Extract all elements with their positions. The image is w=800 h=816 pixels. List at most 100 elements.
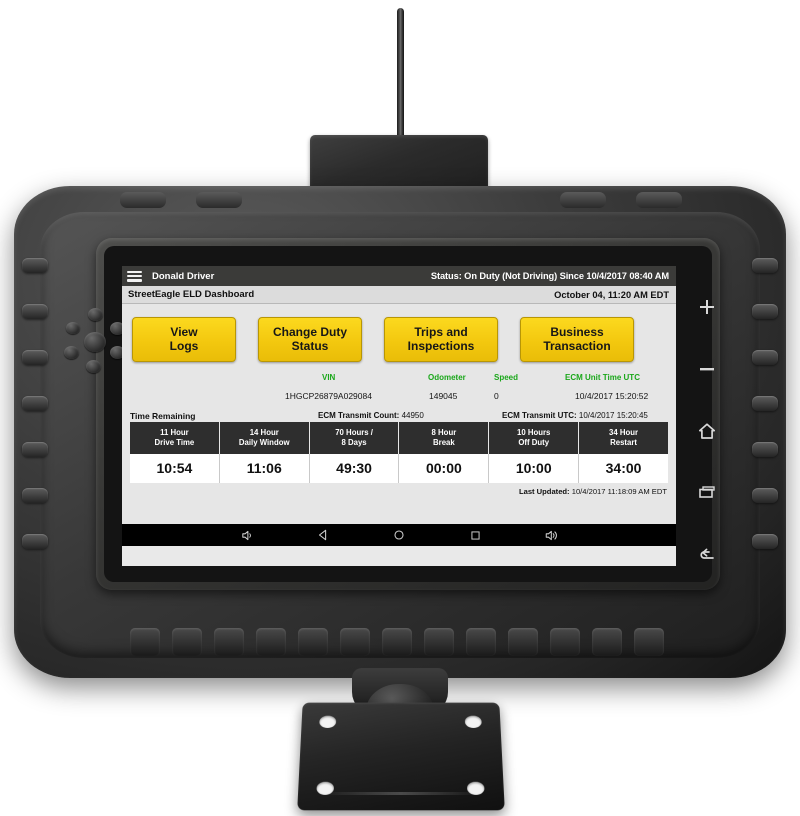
- case-scallop: [508, 628, 538, 656]
- case-scallop: [592, 628, 622, 656]
- table-column-header: 8 Hour Break: [399, 422, 490, 454]
- nav-volume-down-button[interactable]: [209, 528, 285, 543]
- volume-high-icon: [544, 528, 559, 543]
- plus-icon: [697, 297, 717, 317]
- button-label-line2: Inspections: [407, 339, 475, 353]
- case-rib: [22, 488, 48, 503]
- view-logs-button[interactable]: View Logs: [132, 317, 236, 362]
- recents-icon: [697, 483, 717, 503]
- trips-and-inspections-button[interactable]: Trips and Inspections: [384, 317, 498, 362]
- case-rib: [22, 258, 48, 273]
- back-icon: [697, 545, 717, 565]
- table-column-header: 34 Hour Restart: [579, 422, 668, 454]
- action-button-row: View Logs Change Duty Status Trips and I…: [122, 304, 676, 373]
- last-updated-label: Last Updated:: [518, 487, 570, 496]
- nav-recents-button[interactable]: [437, 529, 513, 542]
- case-scallop: [298, 628, 328, 656]
- time-remaining-label: Time Remaining: [130, 411, 196, 421]
- case-top-ridge: [196, 192, 242, 208]
- button-label-line2: Logs: [169, 339, 199, 353]
- table-cell-value: 00:00: [399, 454, 490, 483]
- ecm-transmit-count: ECM Transmit Count: 44950: [318, 411, 424, 420]
- case-scallop: [256, 628, 286, 656]
- case-rib: [752, 396, 778, 411]
- nav-home-button[interactable]: [361, 528, 437, 542]
- business-transaction-button[interactable]: Business Transaction: [520, 317, 634, 362]
- vehicle-info-row: VIN Odometer Speed ECM Unit Time UTC 1HG…: [122, 373, 676, 421]
- case-top-ridge: [120, 192, 166, 208]
- case-top-ridge: [636, 192, 682, 208]
- button-label-line2: Status: [291, 339, 329, 353]
- home-button[interactable]: [686, 416, 728, 446]
- case-scallop: [130, 628, 160, 656]
- odometer-header: Odometer: [428, 373, 466, 382]
- ecm-transmit-count-label: ECM Transmit Count:: [318, 411, 400, 420]
- nav-volume-up-button[interactable]: [513, 528, 589, 543]
- case-rib: [22, 442, 48, 457]
- nav-back-button[interactable]: [285, 528, 361, 542]
- dashboard-content: View Logs Change Duty Status Trips and I…: [122, 304, 676, 546]
- case-scallop: [382, 628, 412, 656]
- table-column-header: 14 Hour Daily Window: [219, 422, 310, 454]
- column-header-line2: Drive Time: [154, 438, 195, 447]
- case-scallop: [466, 628, 496, 656]
- base-plate-hole: [464, 715, 482, 728]
- button-label-line1: Change Duty: [272, 325, 347, 339]
- case-rib: [752, 442, 778, 457]
- triangle-back-icon: [316, 528, 330, 542]
- case-scallop: [634, 628, 664, 656]
- volume-down-button[interactable]: [686, 354, 728, 384]
- time-remaining-table: 11 Hour Drive Time 14 Hour Daily Window 70 H…: [130, 422, 668, 483]
- duty-status-text: Status: On Duty (Not Driving) Since 10/4…: [430, 271, 669, 281]
- base-plate-hole: [319, 715, 337, 728]
- case-rib: [752, 488, 778, 503]
- column-header-line2: 8 Days: [341, 438, 367, 447]
- recents-button[interactable]: [686, 478, 728, 508]
- back-button[interactable]: [686, 540, 728, 570]
- ecm-unit-time-value: 10/4/2017 15:20:52: [575, 391, 649, 401]
- change-duty-status-button[interactable]: Change Duty Status: [258, 317, 362, 362]
- column-header-line2: Restart: [610, 438, 637, 447]
- odometer-value: 149045: [429, 391, 458, 401]
- case-rib: [22, 304, 48, 319]
- column-header-line2: Off Duty: [518, 438, 550, 447]
- case-rib: [752, 350, 778, 365]
- column-header-line1: 10 Hours: [517, 428, 551, 437]
- table-column-header: 70 Hours /8 Days: [309, 422, 400, 454]
- table-cell-value: 10:00: [489, 454, 580, 483]
- column-header-line1: 11 Hour: [160, 428, 189, 437]
- ecm-transmit-utc-label: ECM Transmit UTC:: [502, 411, 577, 420]
- column-header-line2: Daily Window: [238, 438, 290, 447]
- app-title-bar: StreetEagle ELD Dashboard October 04, 11…: [122, 286, 676, 304]
- ecm-transmit-count-value: 44950: [401, 411, 424, 420]
- table-cell-value: 11:06: [219, 454, 310, 483]
- case-scallop: [172, 628, 202, 656]
- case-top-ridge: [560, 192, 606, 208]
- page-title: StreetEagle ELD Dashboard: [128, 289, 255, 300]
- table-cell-value: 34:00: [579, 454, 668, 483]
- case-scallop: [214, 628, 244, 656]
- case-rib: [22, 350, 48, 365]
- vin-value: 1HGCP26879A029084: [285, 391, 372, 401]
- app-status-bar: Donald Driver Status: On Duty (Not Drivi…: [122, 266, 676, 286]
- minus-icon: [697, 359, 717, 379]
- last-updated: Last Updated: 10/4/2017 11:18:09 AM EDT: [122, 483, 676, 496]
- case-scallop: [424, 628, 454, 656]
- case-scallop: [340, 628, 370, 656]
- volume-low-icon: [240, 528, 255, 543]
- android-navigation-bar: [122, 524, 676, 546]
- speed-header: Speed: [494, 373, 519, 382]
- last-updated-value: 10/4/2017 11:18:09 AM EDT: [571, 487, 667, 496]
- volume-up-button[interactable]: [686, 292, 728, 322]
- button-label-line1: Business: [550, 325, 604, 339]
- ecm-unit-time-header: ECM Unit Time UTC: [565, 373, 640, 382]
- case-rib: [22, 534, 48, 549]
- table-cell-value: 10:54: [130, 454, 220, 483]
- hamburger-menu-icon[interactable]: [127, 270, 142, 282]
- case-rib: [752, 304, 778, 319]
- square-recents-icon: [469, 529, 482, 542]
- case-rib: [752, 534, 778, 549]
- circle-home-icon: [392, 528, 406, 542]
- column-header-line2: Break: [433, 438, 455, 447]
- case-scallop: [550, 628, 580, 656]
